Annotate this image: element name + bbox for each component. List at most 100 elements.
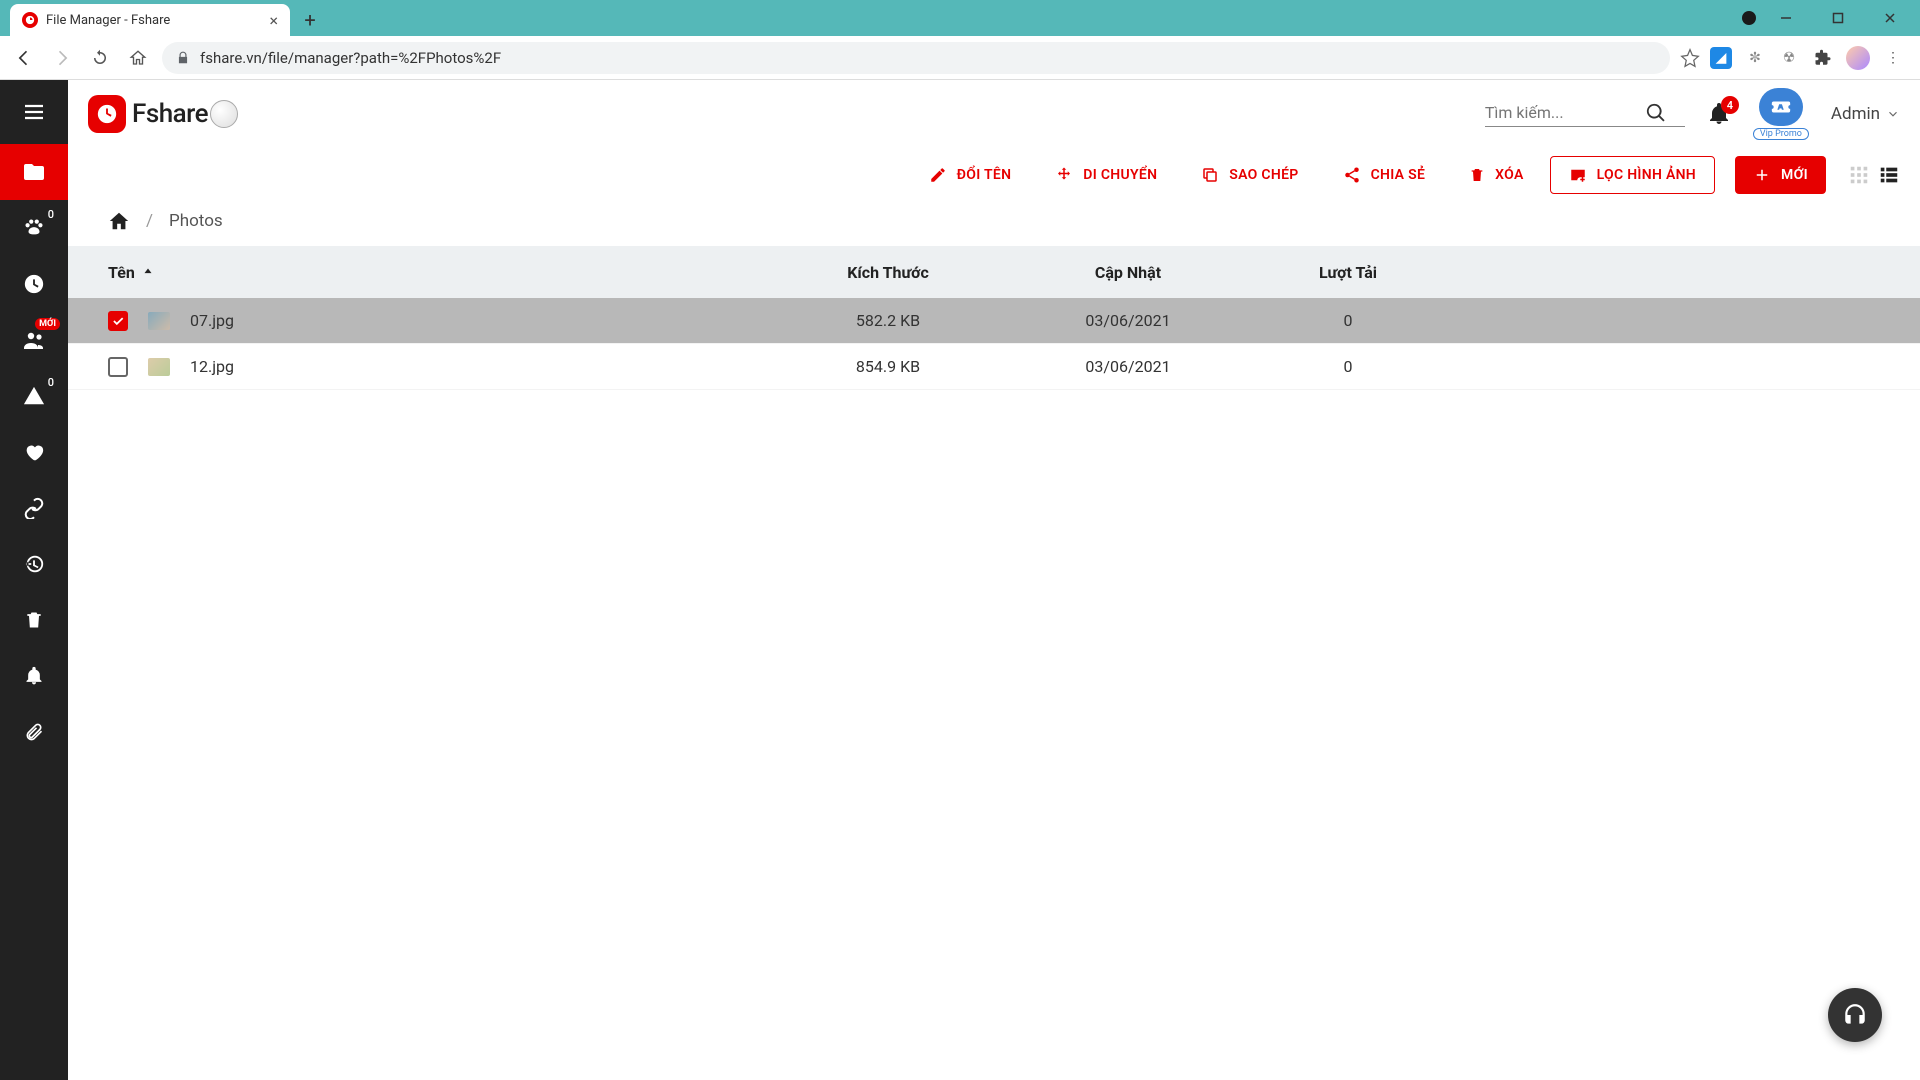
window-controls — [1742, 0, 1920, 36]
table-row[interactable]: 12.jpg 854.9 KB 03/06/2021 0 — [68, 344, 1920, 390]
support-fab[interactable] — [1828, 988, 1882, 1042]
breadcrumb-current[interactable]: Photos — [169, 211, 223, 231]
search-field[interactable] — [1485, 102, 1685, 127]
sidebar-item-trash[interactable] — [0, 592, 68, 648]
filter-images-button[interactable]: LỌC HÌNH ẢNH — [1550, 156, 1715, 194]
logo-mark-icon — [88, 95, 126, 133]
sidebar-badge: 0 — [48, 376, 54, 389]
chevron-down-icon — [1886, 107, 1900, 121]
copy-icon — [1201, 166, 1219, 184]
ext-icon-1[interactable]: ◢ — [1710, 47, 1732, 69]
user-label: Admin — [1831, 104, 1880, 124]
row-checkbox[interactable] — [108, 357, 128, 377]
notification-count-badge: 4 — [1721, 96, 1739, 114]
logo[interactable]: Fshare — [88, 95, 238, 133]
home-button[interactable] — [124, 44, 152, 72]
move-button[interactable]: DI CHUYỂN — [1037, 156, 1175, 194]
file-updated: 03/06/2021 — [1008, 357, 1248, 376]
sidebar-item-favorites[interactable] — [0, 424, 68, 480]
plus-icon — [1753, 166, 1771, 184]
new-button[interactable]: MỚI — [1735, 156, 1826, 194]
new-tab-button[interactable]: + — [296, 6, 324, 34]
sidebar-item-history[interactable] — [0, 536, 68, 592]
favicon-icon — [22, 12, 38, 28]
sidebar-item-notifications[interactable] — [0, 648, 68, 704]
maximize-button[interactable] — [1816, 4, 1860, 32]
copy-button[interactable]: SAO CHÉP — [1183, 156, 1316, 194]
move-label: DI CHUYỂN — [1083, 167, 1157, 183]
sidebar-badge: 0 — [48, 208, 54, 221]
browser-menu-icon[interactable]: ⋮ — [1882, 47, 1904, 69]
header-size[interactable]: Kích Thước — [768, 263, 1008, 282]
forward-button[interactable] — [48, 44, 76, 72]
file-downloads: 0 — [1248, 357, 1448, 376]
sidebar-item-links[interactable] — [0, 480, 68, 536]
share-button[interactable]: CHIA SẺ — [1325, 156, 1444, 194]
browser-tab[interactable]: File Manager - Fshare × — [10, 4, 290, 36]
user-menu[interactable]: Admin — [1831, 104, 1900, 124]
ext-icon-3[interactable]: ☢ — [1778, 47, 1800, 69]
list-view-button[interactable] — [1878, 164, 1900, 186]
tab-strip: File Manager - Fshare × + — [0, 0, 1920, 36]
delete-label: XÓA — [1495, 167, 1523, 183]
sidebar-item-pets[interactable]: 0 — [0, 200, 68, 256]
delete-button[interactable]: XÓA — [1451, 156, 1541, 194]
account-dot-icon[interactable] — [1742, 11, 1756, 25]
search-icon[interactable] — [1645, 102, 1667, 124]
row-checkbox[interactable] — [108, 311, 128, 331]
trash-icon — [1469, 167, 1485, 183]
new-label: MỚI — [1781, 167, 1808, 183]
url-text: fshare.vn/file/manager?path=%2FPhotos%2F — [200, 49, 501, 67]
breadcrumb-home-icon[interactable] — [108, 210, 130, 232]
file-thumbnail-icon — [148, 358, 170, 376]
file-size: 854.9 KB — [768, 357, 1008, 376]
vip-ticket-icon — [1759, 88, 1803, 126]
header-updated[interactable]: Cập Nhật — [1008, 263, 1248, 282]
sidebar-item-recent[interactable] — [0, 256, 68, 312]
profile-avatar-icon[interactable] — [1846, 46, 1870, 70]
topbar: Fshare 4 Vip Promo Admin — [68, 80, 1920, 148]
breadcrumb: / Photos — [68, 202, 1920, 246]
back-button[interactable] — [10, 44, 38, 72]
notifications-button[interactable]: 4 — [1707, 102, 1731, 126]
logo-text: Fshare — [132, 99, 208, 129]
copy-label: SAO CHÉP — [1229, 167, 1298, 183]
rename-button[interactable]: ĐỔI TÊN — [911, 156, 1030, 194]
view-toggle — [1848, 164, 1900, 186]
pencil-icon — [929, 166, 947, 184]
omnibox[interactable]: fshare.vn/file/manager?path=%2FPhotos%2F — [162, 42, 1670, 74]
sort-asc-icon — [141, 265, 155, 279]
search-input[interactable] — [1485, 103, 1645, 122]
hamburger-menu-button[interactable] — [0, 80, 68, 144]
grid-view-button[interactable] — [1848, 164, 1870, 186]
table-row[interactable]: 07.jpg 582.2 KB 03/06/2021 0 — [68, 298, 1920, 344]
sidebar-item-files[interactable] — [0, 144, 68, 200]
address-bar: fshare.vn/file/manager?path=%2FPhotos%2F… — [0, 36, 1920, 80]
sidebar-item-attachments[interactable] — [0, 704, 68, 760]
lock-icon — [176, 51, 190, 65]
minimize-button[interactable] — [1764, 4, 1808, 32]
image-filter-icon — [1569, 166, 1587, 184]
sidebar-item-shared[interactable]: MỚI — [0, 312, 68, 368]
file-downloads: 0 — [1248, 311, 1448, 330]
reload-button[interactable] — [86, 44, 114, 72]
share-icon — [1343, 166, 1361, 184]
star-icon[interactable] — [1680, 48, 1700, 68]
vip-promo-button[interactable]: Vip Promo — [1753, 88, 1809, 140]
header-downloads[interactable]: Lượt Tải — [1248, 263, 1448, 282]
sidebar-item-warnings[interactable]: 0 — [0, 368, 68, 424]
close-window-button[interactable] — [1868, 4, 1912, 32]
close-tab-icon[interactable]: × — [269, 11, 278, 30]
extensions-puzzle-icon[interactable] — [1812, 47, 1834, 69]
header-name[interactable]: Tên — [108, 263, 768, 282]
sidebar-new-badge: MỚI — [35, 318, 60, 330]
table-header: Tên Kích Thước Cập Nhật Lượt Tải — [68, 246, 1920, 298]
ext-icon-2[interactable]: ✼ — [1744, 47, 1766, 69]
sidebar: 0 MỚI 0 — [0, 80, 68, 1080]
share-label: CHIA SẺ — [1371, 167, 1426, 183]
topbar-right: 4 Vip Promo Admin — [1485, 88, 1900, 140]
vip-promo-label: Vip Promo — [1753, 128, 1809, 140]
file-table: Tên Kích Thước Cập Nhật Lượt Tải 07.jpg … — [68, 246, 1920, 390]
logo-ball-icon — [210, 100, 238, 128]
rename-label: ĐỔI TÊN — [957, 167, 1012, 183]
